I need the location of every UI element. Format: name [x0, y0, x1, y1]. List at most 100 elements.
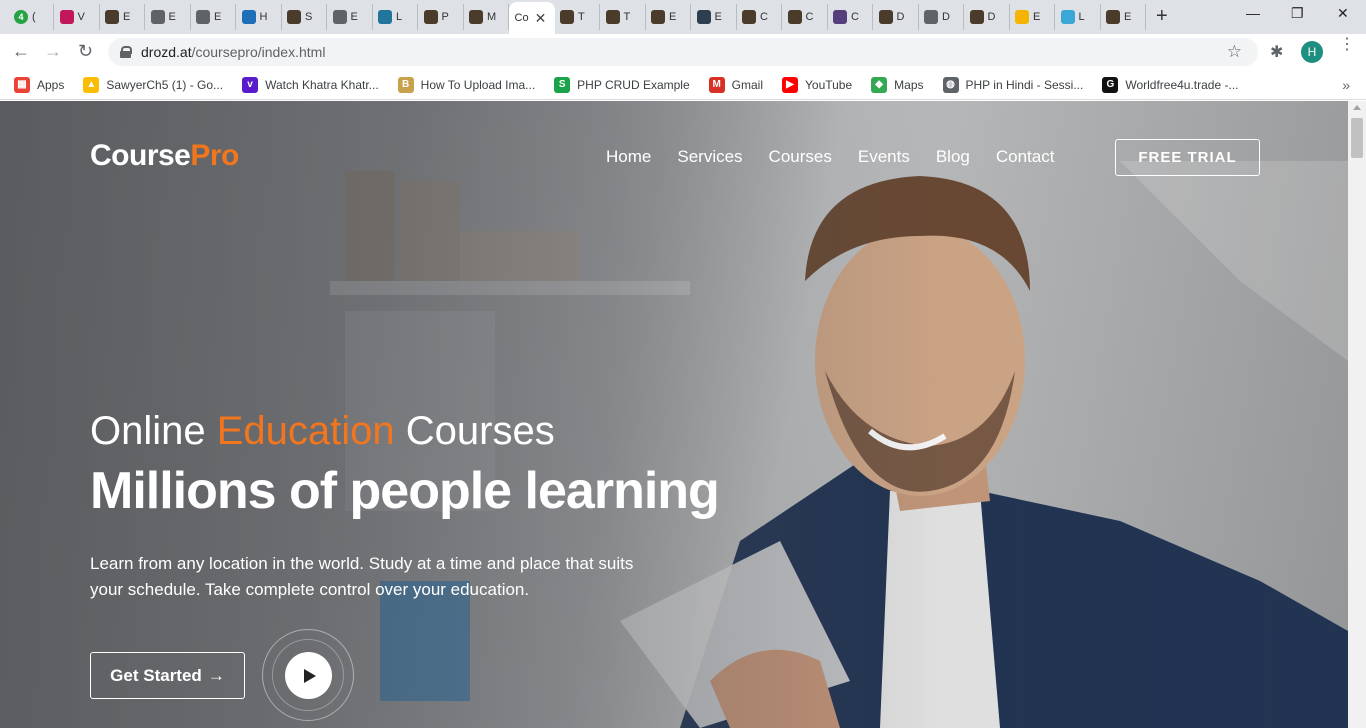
s-icon: S [554, 76, 571, 93]
reload-button[interactable]: ↻ [78, 41, 93, 61]
browser-tab[interactable]: E [1100, 4, 1146, 30]
page-scrollbar[interactable] [1348, 101, 1366, 728]
browser-tab[interactable]: V [54, 4, 100, 30]
browser-tab[interactable]: D [918, 4, 964, 30]
forward-button[interactable]: → [44, 41, 62, 61]
browser-tab[interactable]: E [145, 4, 191, 30]
browser-tab[interactable]: S [281, 4, 327, 30]
browser-tab[interactable]: D [873, 4, 919, 30]
tab-title: D [896, 11, 905, 23]
tab-title: C [760, 11, 768, 23]
bookmark-label: Watch Khatra Khatr... [265, 77, 379, 92]
browser-tab[interactable]: E [327, 4, 373, 30]
g-icon: G [1102, 76, 1119, 93]
browser-tab[interactable]: T [600, 4, 646, 30]
tab-title: P [441, 11, 449, 23]
tab-active[interactable]: Co ✕ [508, 2, 555, 34]
browser-tab[interactable]: C [782, 4, 828, 30]
bookmark-item[interactable]: M Gmail [708, 76, 763, 93]
bookmark-star-icon[interactable]: ☆ [1227, 42, 1242, 62]
bookmarks-overflow-icon[interactable]: » [1342, 77, 1350, 93]
bookmark-item[interactable]: B How To Upload Ima... [397, 76, 536, 93]
back-button[interactable]: ← [12, 41, 30, 61]
tab-title: E [1124, 11, 1132, 23]
nav-home[interactable]: Home [606, 147, 651, 167]
bookmark-item[interactable]: ▶ YouTube [782, 76, 852, 93]
play-video-button[interactable] [285, 652, 332, 699]
profile-avatar[interactable]: H [1301, 41, 1323, 63]
extensions-icon[interactable]: ✱ [1270, 42, 1283, 62]
tab-favicon-icon [241, 10, 256, 24]
browser-tab[interactable]: E [645, 4, 691, 30]
tab-title: D [942, 11, 950, 23]
tab-title: S [305, 11, 313, 23]
tab-favicon-icon [742, 10, 756, 24]
nav-contact[interactable]: Contact [996, 147, 1055, 167]
tab-title: L [396, 11, 403, 23]
tab-favicon-icon [605, 10, 620, 24]
url-path: /coursepro/index.html [191, 44, 326, 60]
menu-icon[interactable]: ⋮ [1339, 37, 1355, 53]
browser-tab[interactable]: 4( [8, 4, 54, 30]
browser-tab[interactable]: E [99, 4, 145, 30]
browser-tab[interactable]: H [236, 4, 282, 30]
restore-button[interactable]: ❐ [1291, 5, 1304, 22]
get-started-label: Get Started [110, 665, 202, 685]
tab-favicon-icon [833, 10, 847, 24]
bookmark-item[interactable]: ◆ Maps [871, 76, 924, 93]
subtitle-accent: Education [216, 409, 395, 453]
logo-text: Course [90, 139, 191, 172]
bookmark-label: Maps [894, 77, 924, 92]
tab-title: M [487, 11, 497, 23]
browser-tab[interactable]: P [418, 4, 464, 30]
browser-tab[interactable]: M [463, 4, 509, 30]
nav-services[interactable]: Services [677, 147, 742, 167]
tab-title: E [350, 11, 358, 23]
bookmark-label: PHP in Hindi - Sessi... [965, 77, 1084, 92]
browser-tab[interactable]: E [190, 4, 236, 30]
hero-headline: Millions of people learning [90, 462, 720, 520]
tab-favicon-icon [696, 10, 711, 24]
bookmark-label: SawyerCh5 (1) - Go... [106, 77, 224, 92]
site-logo[interactable]: CoursePro [90, 139, 239, 173]
tab-favicon-icon [969, 10, 984, 24]
browser-tab[interactable]: L [372, 4, 418, 30]
browser-tab[interactable]: C [827, 4, 873, 30]
browser-tab[interactable]: E [691, 4, 737, 30]
b-icon: B [397, 76, 414, 93]
tab-title: E [214, 11, 222, 23]
tab-favicon-icon [560, 10, 574, 24]
bookmark-label: How To Upload Ima... [420, 77, 536, 92]
scroll-up-icon[interactable] [1353, 105, 1361, 110]
close-tab-icon[interactable]: ✕ [535, 10, 547, 27]
minimize-button[interactable]: — [1246, 5, 1260, 21]
browser-tab[interactable]: E [1009, 4, 1055, 30]
tab-title: H [259, 11, 268, 23]
bookmark-item[interactable]: ◍ PHP in Hindi - Sessi... [942, 76, 1084, 93]
browser-tab[interactable]: T [554, 4, 600, 30]
tab-title: D [987, 11, 996, 23]
bookmark-item[interactable]: v Watch Khatra Khatr... [242, 76, 379, 93]
tab-title: Co [514, 12, 529, 24]
nav-blog[interactable]: Blog [936, 147, 970, 167]
bookmark-item[interactable]: ▲ SawyerCh5 (1) - Go... [83, 76, 224, 93]
tab-favicon-icon [469, 10, 483, 24]
close-window-button[interactable]: ✕ [1337, 5, 1349, 22]
free-trial-button[interactable]: FREE TRIAL [1115, 139, 1260, 176]
scrollbar-thumb[interactable] [1351, 118, 1363, 158]
bookmark-item[interactable]: ▦ Apps [14, 76, 64, 93]
new-tab-button[interactable]: + [1156, 6, 1168, 26]
tab-favicon-icon [924, 10, 938, 24]
lock-icon [120, 46, 132, 58]
get-started-button[interactable]: Get Started → [90, 652, 245, 699]
browser-toolbar: ← → ↻ drozd.at/coursepro/index.html ☆ [0, 34, 1366, 70]
nav-courses[interactable]: Courses [769, 147, 832, 167]
tab-title: E [168, 11, 176, 23]
browser-tab[interactable]: L [1055, 4, 1101, 30]
bookmark-item[interactable]: G Worldfree4u.trade -... [1102, 76, 1239, 93]
nav-events[interactable]: Events [858, 147, 910, 167]
address-bar[interactable]: drozd.at/coursepro/index.html ☆ [108, 38, 1258, 66]
browser-tab[interactable]: C [736, 4, 782, 30]
bookmark-item[interactable]: S PHP CRUD Example [554, 76, 690, 93]
browser-tab[interactable]: D [964, 4, 1010, 30]
